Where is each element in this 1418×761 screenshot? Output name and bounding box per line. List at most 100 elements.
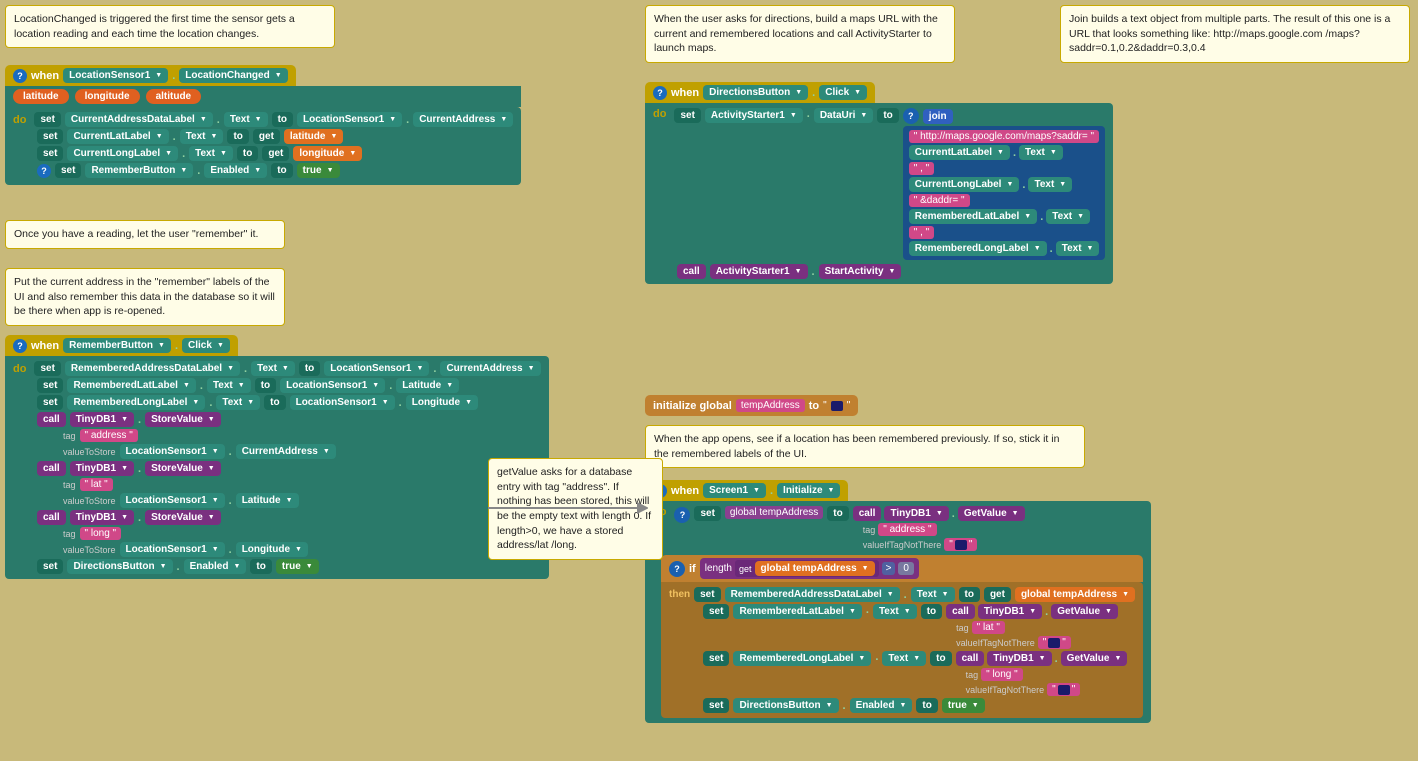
var-global-temp-addr-2[interactable]: global tempAddress (1015, 587, 1135, 602)
prop-global-temp-addr[interactable]: global tempAddress (725, 506, 823, 519)
str-empty-1[interactable]: "" (944, 538, 977, 551)
prop-latitude-2[interactable]: Latitude (236, 493, 299, 508)
prop-longitude[interactable]: Longitude (406, 395, 478, 410)
prop-text-join4[interactable]: Text (1056, 241, 1100, 256)
param-longitude[interactable]: longitude (75, 89, 140, 104)
prop-text-join1[interactable]: Text (1019, 145, 1063, 160)
prop-text-join3[interactable]: Text (1046, 209, 1090, 224)
str-tag-long-1[interactable]: " long " (981, 668, 1023, 681)
comp-remembered-addr-label[interactable]: RememberedAddressDataLabel (65, 361, 240, 376)
prop-latitude[interactable]: Latitude (396, 378, 459, 393)
comp-directions-btn-1[interactable]: DirectionsButton (67, 559, 172, 574)
str-address[interactable]: " address " (80, 429, 138, 442)
comp-tinydb1-getval-2[interactable]: TinyDB1 (978, 604, 1042, 619)
comp-tinydb1-getval-3[interactable]: TinyDB1 (987, 651, 1051, 666)
comp-remembered-lat-label[interactable]: RememberedLatLabel (67, 378, 195, 393)
str-empty-2[interactable]: "" (1038, 636, 1071, 649)
comp-activity-starter-call[interactable]: ActivityStarter1 (710, 264, 808, 279)
str-tag-lat-1[interactable]: " lat " (972, 621, 1005, 634)
comp-tinydb1-2[interactable]: TinyDB1 (70, 461, 134, 476)
help-icon[interactable]: ? (13, 69, 27, 83)
comp-ls-lat[interactable]: LocationSensor1 (280, 378, 385, 393)
comp-tinydb1-3[interactable]: TinyDB1 (70, 510, 134, 525)
comp-ls-store-long[interactable]: LocationSensor1 (120, 542, 225, 557)
event-location-changed[interactable]: ? do when LocationSensor1 . LocationChan… (5, 65, 296, 86)
str-maps-url[interactable]: " http://maps.google.com/maps?saddr= " (909, 130, 1099, 143)
prop-text-8[interactable]: Text (873, 604, 917, 619)
event-screen1-init[interactable]: ? when Screen1 . Initialize (645, 480, 848, 501)
comp-curr-long-lbl[interactable]: CurrentLongLabel (909, 177, 1020, 192)
component-location-sensor[interactable]: LocationSensor1 (63, 68, 168, 83)
var-longitude[interactable]: longitude (293, 146, 362, 161)
method-getvalue-1[interactable]: GetValue (958, 506, 1025, 521)
comp-screen1[interactable]: Screen1 (703, 483, 766, 498)
prop-enabled-2[interactable]: Enabled (184, 559, 247, 574)
prop-text-6[interactable]: Text (216, 395, 260, 410)
comp-remembered-long-label[interactable]: RememberedLongLabel (67, 395, 205, 410)
event-initialize[interactable]: Initialize (777, 483, 840, 498)
component-current-address-label[interactable]: CurrentAddressDataLabel (65, 112, 213, 127)
param-altitude[interactable]: altitude (146, 89, 202, 104)
str-empty-3[interactable]: "" (1047, 683, 1080, 696)
q-mark-set-global[interactable]: ? (674, 507, 690, 523)
event-click-2[interactable]: Click (819, 85, 867, 100)
prop-text-7[interactable]: Text (911, 587, 955, 602)
num-zero[interactable]: 0 (898, 562, 914, 575)
comp-remembered-long-lbl[interactable]: RememberedLongLabel (909, 241, 1047, 256)
comp-ls-store-lat[interactable]: LocationSensor1 (120, 493, 225, 508)
event-click-1[interactable]: Click (182, 338, 230, 353)
prop-text-join2[interactable]: Text (1028, 177, 1072, 192)
q-mark-join[interactable]: ? (903, 108, 919, 124)
prop-text-5[interactable]: Text (207, 378, 251, 393)
prop-text-4[interactable]: Text (251, 361, 295, 376)
comp-curr-lat-lbl[interactable]: CurrentLatLabel (909, 145, 1010, 160)
method-store-value-3[interactable]: StoreValue (145, 510, 221, 525)
prop-text-3[interactable]: Text (189, 146, 233, 161)
comp-ls-1[interactable]: LocationSensor1 (324, 361, 429, 376)
global-name-tempaddress[interactable]: tempAddress (736, 399, 805, 412)
str-comma-1[interactable]: " , " (909, 162, 934, 175)
val-true-1[interactable]: true (297, 163, 340, 178)
prop-longitude-2[interactable]: Longitude (236, 542, 308, 557)
str-daddr[interactable]: " &daddr= " (909, 194, 970, 207)
method-getvalue-2[interactable]: GetValue (1051, 604, 1118, 619)
prop-curr-addr-2[interactable]: CurrentAddress (440, 361, 540, 376)
help-icon-4[interactable]: ? (653, 86, 667, 100)
prop-text-1[interactable]: Text (224, 112, 268, 127)
prop-curr-addr-3[interactable]: CurrentAddress (236, 444, 336, 459)
component-remember-btn[interactable]: RememberButton (63, 338, 171, 353)
prop-enabled-1[interactable]: Enabled (204, 163, 267, 178)
method-store-value-2[interactable]: StoreValue (145, 461, 221, 476)
method-store-value-1[interactable]: StoreValue (145, 412, 221, 427)
q-mark-if[interactable]: ? (669, 561, 685, 577)
prop-text-2[interactable]: Text (180, 129, 224, 144)
str-lat[interactable]: " lat " (80, 478, 113, 491)
comp-rem-addr-label-2[interactable]: RememberedAddressDataLabel (725, 587, 900, 602)
component-current-long-label[interactable]: CurrentLongLabel (67, 146, 178, 161)
str-long[interactable]: " long " (80, 527, 122, 540)
comp-directions-btn-3[interactable]: DirectionsButton (733, 698, 838, 713)
help-icon-2[interactable]: ? (37, 164, 51, 178)
prop-current-address[interactable]: CurrentAddress (413, 112, 513, 127)
comp-ls-long[interactable]: LocationSensor1 (290, 395, 395, 410)
event-remember-click[interactable]: ? when RememberButton . Click (5, 335, 238, 356)
event-directions-click[interactable]: ? when DirectionsButton . Click (645, 82, 875, 103)
var-global-temp-addr[interactable]: global tempAddress (755, 561, 875, 576)
event-name-location-changed[interactable]: LocationChanged (179, 68, 287, 83)
comp-tinydb1-getval-1[interactable]: TinyDB1 (884, 506, 948, 521)
method-getvalue-3[interactable]: GetValue (1061, 651, 1128, 666)
val-true-2[interactable]: true (276, 559, 319, 574)
comp-rem-long-label-2[interactable]: RememberedLongLabel (733, 651, 871, 666)
comp-rem-lat-label-2[interactable]: RememberedLatLabel (733, 604, 861, 619)
val-true-3[interactable]: true (942, 698, 985, 713)
component-remember-button[interactable]: RememberButton (85, 163, 193, 178)
help-icon-3[interactable]: ? (13, 339, 27, 353)
comp-directions-btn-2[interactable]: DirectionsButton (703, 85, 808, 100)
method-start-activity[interactable]: StartActivity (819, 264, 902, 279)
prop-enabled-3[interactable]: Enabled (850, 698, 913, 713)
comp-tinydb1-1[interactable]: TinyDB1 (70, 412, 134, 427)
prop-datauri[interactable]: DataUri (814, 108, 874, 123)
component-current-lat-label[interactable]: CurrentLatLabel (67, 129, 168, 144)
comp-ls-store-addr[interactable]: LocationSensor1 (120, 444, 225, 459)
comp-remembered-lat-lbl[interactable]: RememberedLatLabel (909, 209, 1037, 224)
